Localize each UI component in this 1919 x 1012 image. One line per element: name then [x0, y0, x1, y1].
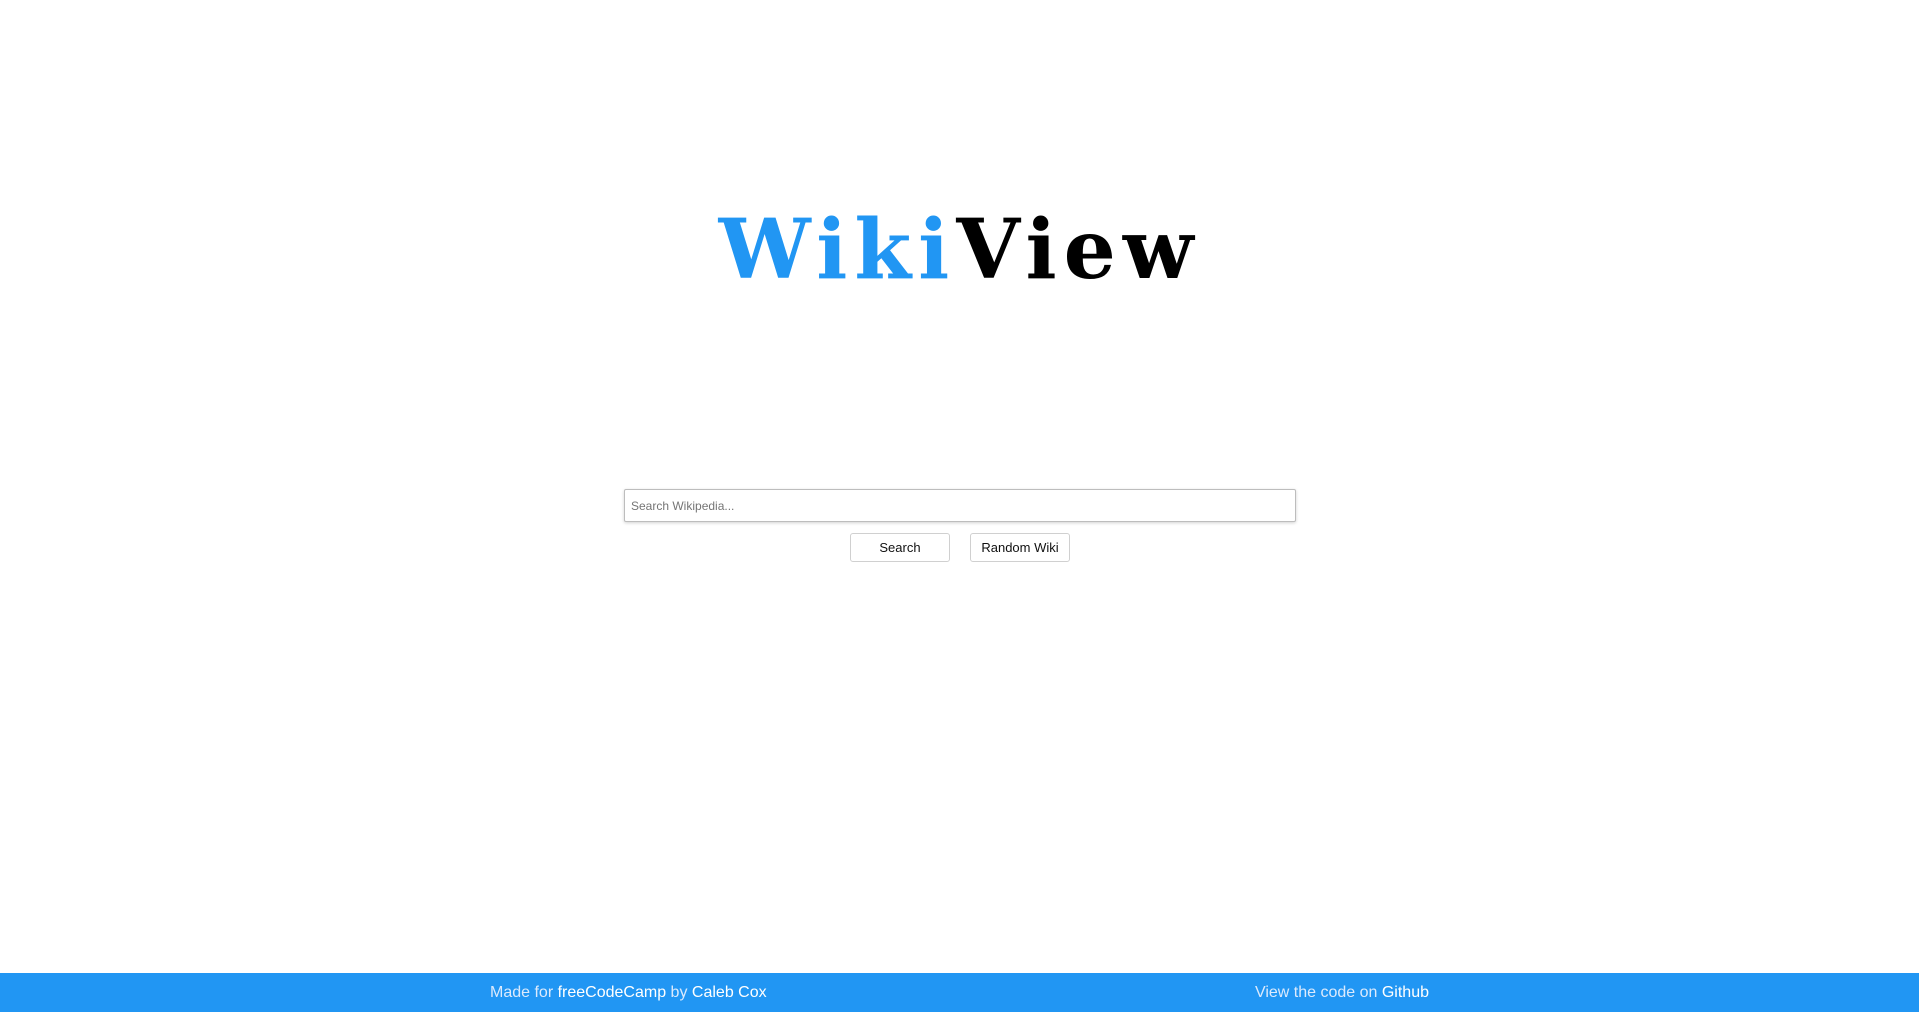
logo: WikiView: [0, 200, 1919, 300]
view-code-text: View the code on: [1254, 984, 1378, 1001]
made-for-text: Made for: [490, 984, 554, 1001]
author-link[interactable]: Caleb Cox: [692, 984, 767, 1001]
by-text: by: [670, 984, 688, 1001]
button-row: Search Random Wiki: [0, 533, 1919, 562]
page: WikiView Search Random Wiki Made for fre…: [0, 0, 1919, 1012]
footer-source: View the code on Github: [1255, 973, 1429, 1012]
logo-view-text: View: [956, 202, 1201, 298]
logo-wiki-text: Wiki: [718, 202, 957, 298]
search-container: [624, 489, 1296, 522]
search-button[interactable]: Search: [850, 533, 950, 562]
github-link[interactable]: Github: [1382, 984, 1429, 1001]
freecodecamp-link[interactable]: freeCodeCamp: [558, 984, 667, 1001]
footer-credits: Made for freeCodeCamp by Caleb Cox: [490, 973, 767, 1012]
footer: Made for freeCodeCamp by Caleb Cox View …: [0, 973, 1919, 1012]
random-wiki-button[interactable]: Random Wiki: [970, 533, 1070, 562]
search-input[interactable]: [624, 489, 1296, 522]
